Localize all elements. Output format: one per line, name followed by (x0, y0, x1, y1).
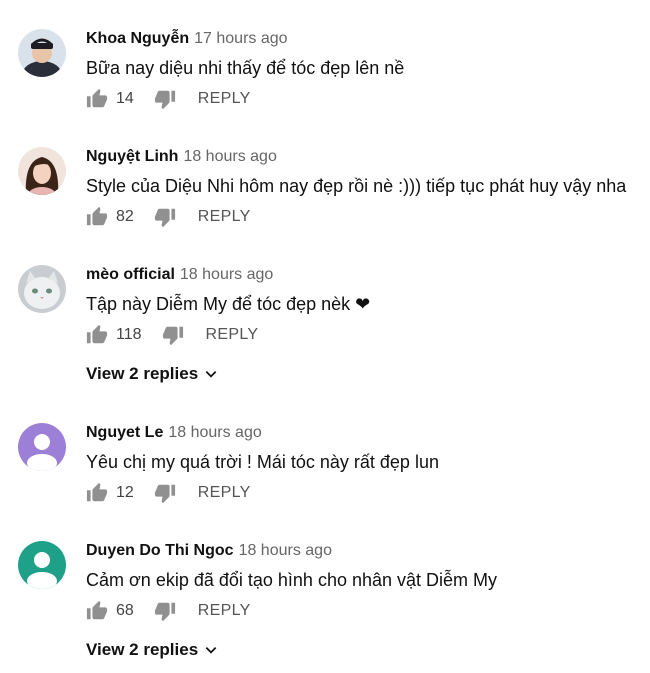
view-replies-button[interactable]: View 2 replies (86, 364, 218, 384)
author-name[interactable]: Nguyệt Linh (86, 148, 178, 165)
thumbs-down-icon[interactable] (154, 482, 176, 504)
like-count: 68 (116, 602, 134, 619)
timestamp[interactable]: 18 hours ago (180, 266, 273, 283)
comment-actions: 118 REPLY (86, 323, 258, 347)
comment-actions: 68 REPLY (86, 599, 251, 623)
like-count: 12 (116, 484, 134, 501)
view-replies-button[interactable]: View 2 replies (86, 640, 218, 660)
avatar[interactable] (18, 423, 66, 471)
comment-header: Nguyệt Linh 18 hours ago (86, 147, 277, 167)
reply-button[interactable]: REPLY (198, 90, 251, 108)
like-count: 82 (116, 208, 134, 225)
reply-button[interactable]: REPLY (198, 602, 251, 620)
like-count: 118 (116, 326, 142, 343)
avatar[interactable] (18, 541, 66, 589)
author-name[interactable]: mèo official (86, 266, 175, 283)
timestamp[interactable]: 18 hours ago (239, 542, 332, 559)
thumbs-down-icon[interactable] (162, 324, 184, 346)
avatar[interactable] (18, 147, 66, 195)
reply-button[interactable]: REPLY (198, 484, 251, 502)
comment-actions: 12 REPLY (86, 481, 251, 505)
author-name[interactable]: Khoa Nguyễn (86, 30, 189, 47)
view-replies-label: View 2 replies (86, 640, 199, 659)
comment-header: Khoa Nguyễn 17 hours ago (86, 29, 288, 49)
like-count: 14 (116, 90, 134, 107)
avatar[interactable] (18, 265, 66, 313)
timestamp[interactable]: 17 hours ago (194, 30, 287, 47)
chevron-down-icon (205, 371, 217, 378)
comment-header: Nguyet Le 18 hours ago (86, 423, 262, 443)
comment-actions: 82 REPLY (86, 205, 251, 229)
timestamp[interactable]: 18 hours ago (168, 424, 261, 441)
chevron-down-icon (205, 647, 217, 654)
author-name[interactable]: Duyen Do Thi Ngoc (86, 542, 234, 559)
avatar[interactable] (18, 29, 66, 77)
thumbs-down-icon[interactable] (154, 600, 176, 622)
thumbs-up-icon[interactable] (86, 324, 108, 346)
thumbs-down-icon[interactable] (154, 88, 176, 110)
comment-text: Style của Diệu Nhi hôm nay đẹp rồi nè :)… (86, 176, 627, 196)
comment-text: Bữa nay diệu nhi thấy để tóc đẹp lên nề (86, 58, 405, 78)
comment-text: Tập này Diễm My để tóc đẹp nèk ❤ (86, 294, 371, 314)
comment-actions: 14 REPLY (86, 87, 251, 111)
comment-text: Cảm ơn ekip đã đổi tạo hình cho nhân vật… (86, 570, 498, 590)
thumbs-up-icon[interactable] (86, 600, 108, 622)
comment-header: mèo official 18 hours ago (86, 265, 273, 285)
comment-text: Yêu chị my quá trời ! Mái tóc này rất đẹ… (86, 452, 439, 472)
view-replies-label: View 2 replies (86, 364, 199, 383)
reply-button[interactable]: REPLY (206, 326, 259, 344)
thumbs-down-icon[interactable] (154, 206, 176, 228)
thumbs-up-icon[interactable] (86, 482, 108, 504)
thumbs-up-icon[interactable] (86, 88, 108, 110)
comment-header: Duyen Do Thi Ngoc 18 hours ago (86, 541, 332, 561)
timestamp[interactable]: 18 hours ago (183, 148, 276, 165)
author-name[interactable]: Nguyet Le (86, 424, 163, 441)
reply-button[interactable]: REPLY (198, 208, 251, 226)
thumbs-up-icon[interactable] (86, 206, 108, 228)
